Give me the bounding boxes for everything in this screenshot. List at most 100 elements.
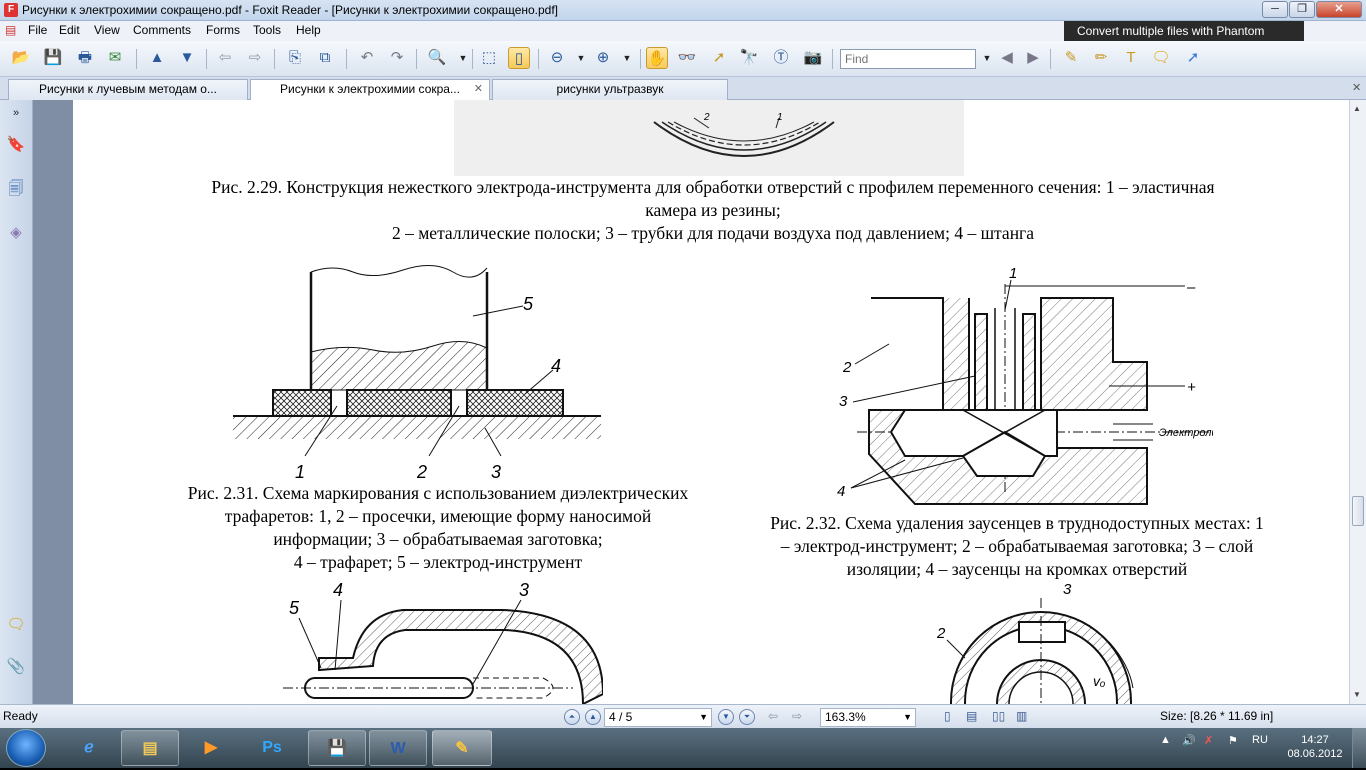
photoshop-taskbar-icon[interactable]: Ps (243, 730, 301, 766)
phantom-promo-banner[interactable]: Convert multiple files with Phantom (1064, 21, 1304, 41)
language-indicator[interactable]: RU (1252, 734, 1268, 746)
previous-page-icon[interactable]: ▲ (146, 47, 168, 69)
find-previous-icon[interactable]: ◀ (996, 47, 1018, 69)
menu-tools[interactable]: Tools (253, 23, 281, 37)
explorer-taskbar-icon[interactable]: ▤ (121, 730, 179, 766)
zoom-out-dropdown-icon[interactable]: ▼ (570, 47, 592, 69)
undo-icon[interactable]: ↶ (356, 47, 378, 69)
fig231-label-4: 4 (551, 356, 561, 376)
zoom-in-icon[interactable]: ⊕ (592, 47, 614, 69)
clock[interactable]: 14:27 08.06.2012 (1284, 733, 1346, 761)
scroll-down-icon[interactable]: ▼ (1353, 690, 1361, 699)
save-icon[interactable]: 💾 (42, 47, 64, 69)
clock-time: 14:27 (1301, 734, 1329, 746)
menu-help[interactable]: Help (296, 23, 321, 37)
comment-icon[interactable]: 🗨 (1150, 47, 1172, 69)
page-number-field[interactable]: 4 / 5 ▼ (604, 708, 712, 727)
zoom-in-tool-icon[interactable]: 🔍 (426, 47, 448, 69)
find-next-icon[interactable]: ▶ (1022, 47, 1044, 69)
fit-page-icon[interactable]: ⬚ (478, 47, 500, 69)
tray-expand-icon[interactable]: ▲ (1160, 734, 1171, 746)
caption-line: 4 – трафарет; 5 – электрод-инструмент (293, 552, 583, 572)
clock-date: 08.06.2012 (1287, 748, 1343, 760)
bookmarks-icon[interactable]: 🔖 (6, 134, 26, 156)
insert-pages-icon[interactable]: ⧉ (314, 47, 336, 69)
ie-taskbar-icon[interactable]: IEℯ (60, 730, 118, 766)
menu-view[interactable]: View (94, 23, 120, 37)
foxit-app-icon[interactable]: F (4, 3, 18, 17)
tab-electrochemistry[interactable]: Рисунки к электрохимии сокра... ✕ (250, 79, 490, 100)
restore-button[interactable]: ❐ (1289, 1, 1315, 18)
minimize-button[interactable]: ─ (1262, 1, 1288, 18)
start-button[interactable] (6, 729, 46, 767)
facing-icon[interactable]: ▯▯ (992, 709, 1005, 723)
arrow-tool-icon[interactable]: ➚ (1182, 47, 1204, 69)
note-tool-icon[interactable]: ✎ (1060, 47, 1082, 69)
bottom-left-label-4: 4 (333, 580, 343, 600)
word-taskbar-icon[interactable]: W (369, 730, 427, 766)
zoom-tool-dropdown-icon[interactable]: ▼ (452, 47, 474, 69)
comments-panel-icon[interactable]: 🗨 (6, 614, 26, 636)
bottom-right-label-v: vₒ (1093, 673, 1106, 689)
fit-width-icon[interactable]: ▯ (508, 47, 530, 69)
menu-forms[interactable]: Forms (206, 23, 240, 37)
back-icon[interactable]: ⇦ (214, 47, 236, 69)
print-icon[interactable]: 🖶 (74, 47, 96, 69)
email-icon[interactable]: ✉ (104, 47, 126, 69)
find-input[interactable] (840, 49, 976, 69)
volume-icon[interactable]: 🔊 (1182, 734, 1196, 747)
media-player-taskbar-icon[interactable]: ▶ (182, 730, 240, 766)
close-button[interactable]: ✕ (1316, 1, 1362, 18)
select-tool-icon[interactable]: ➚ (708, 47, 730, 69)
tab-close-icon[interactable]: ✕ (474, 80, 483, 99)
save-taskbar-icon[interactable]: 💾 (308, 730, 366, 766)
document-view[interactable]: 2 1 Рис. 2.29. Конструкция нежесткого эл… (33, 100, 1349, 704)
status-bar: Ready ⏶ ▲ 4 / 5 ▼ ▼ ⏷ ⇦ ⇨ 163.3% ▼ ▯ ▤ ▯▯ … (0, 704, 1366, 728)
select-text-icon[interactable]: Ⓣ (770, 47, 792, 69)
typewriter-icon[interactable]: T (1120, 47, 1142, 69)
first-page-icon[interactable]: ⏶ (564, 709, 580, 725)
menu-edit[interactable]: Edit (59, 23, 80, 37)
pencil-tool-icon[interactable]: ✏ (1090, 47, 1112, 69)
next-page-status-icon[interactable]: ▼ (718, 709, 734, 725)
fig-2-29-caption: Рис. 2.29. Конструкция нежесткого электр… (133, 176, 1293, 245)
binoculars-icon[interactable]: 🔭 (738, 47, 760, 69)
extract-pages-icon[interactable]: ⎘ (284, 47, 306, 69)
pages-icon[interactable]: 🗐 (6, 178, 26, 200)
caption-line: Рис. 2.32. Схема удаления заусенцев в тр… (770, 513, 1264, 533)
history-back-icon[interactable]: ⇦ (768, 709, 778, 723)
action-center-icon[interactable]: ⚑ (1228, 734, 1238, 747)
zoom-field[interactable]: 163.3% ▼ (820, 708, 916, 727)
close-all-tabs-icon[interactable]: ✕ (1352, 81, 1361, 94)
scrollbar-thumb[interactable] (1352, 496, 1364, 526)
vertical-scrollbar[interactable]: ▲ ▼ (1349, 100, 1366, 704)
continuous-icon[interactable]: ▤ (966, 709, 977, 723)
zoom-out-icon[interactable]: ⊖ (546, 47, 568, 69)
layers-icon[interactable]: ◈ (6, 222, 26, 244)
zoom-in-dropdown-icon[interactable]: ▼ (616, 47, 638, 69)
menu-file[interactable]: File (28, 23, 47, 37)
expand-panel-icon[interactable]: » (6, 102, 26, 124)
menu-comments[interactable]: Comments (133, 23, 191, 37)
history-forward-icon[interactable]: ⇨ (792, 709, 802, 723)
scroll-up-icon[interactable]: ▲ (1353, 104, 1361, 113)
tab-ultrasound[interactable]: рисунки ультразвук (492, 79, 728, 100)
snapshot-icon[interactable]: 📷 (802, 47, 824, 69)
last-page-icon[interactable]: ⏷ (739, 709, 755, 725)
hand-tool-icon[interactable]: ✋ (646, 47, 668, 69)
forward-icon[interactable]: ⇨ (244, 47, 266, 69)
redo-icon[interactable]: ↷ (386, 47, 408, 69)
continuous-facing-icon[interactable]: ▥ (1016, 709, 1027, 723)
single-page-icon[interactable]: ▯ (944, 709, 951, 723)
loupe-tool-icon[interactable]: 👓 (676, 47, 698, 69)
bottom-left-figure: 5 4 3 (283, 580, 603, 704)
find-dropdown-icon[interactable]: ▼ (976, 47, 998, 69)
network-icon[interactable]: ✗ (1204, 734, 1213, 747)
next-page-icon[interactable]: ▼ (176, 47, 198, 69)
prev-page-icon[interactable]: ▲ (585, 709, 601, 725)
foxit-taskbar-icon[interactable]: ✎ (432, 730, 492, 766)
attachments-icon[interactable]: 📎 (6, 656, 26, 678)
show-desktop-button[interactable] (1352, 728, 1366, 768)
open-icon[interactable]: 📂 (10, 47, 32, 69)
tab-luchevym[interactable]: Рисунки к лучевым методам о... (8, 79, 248, 100)
